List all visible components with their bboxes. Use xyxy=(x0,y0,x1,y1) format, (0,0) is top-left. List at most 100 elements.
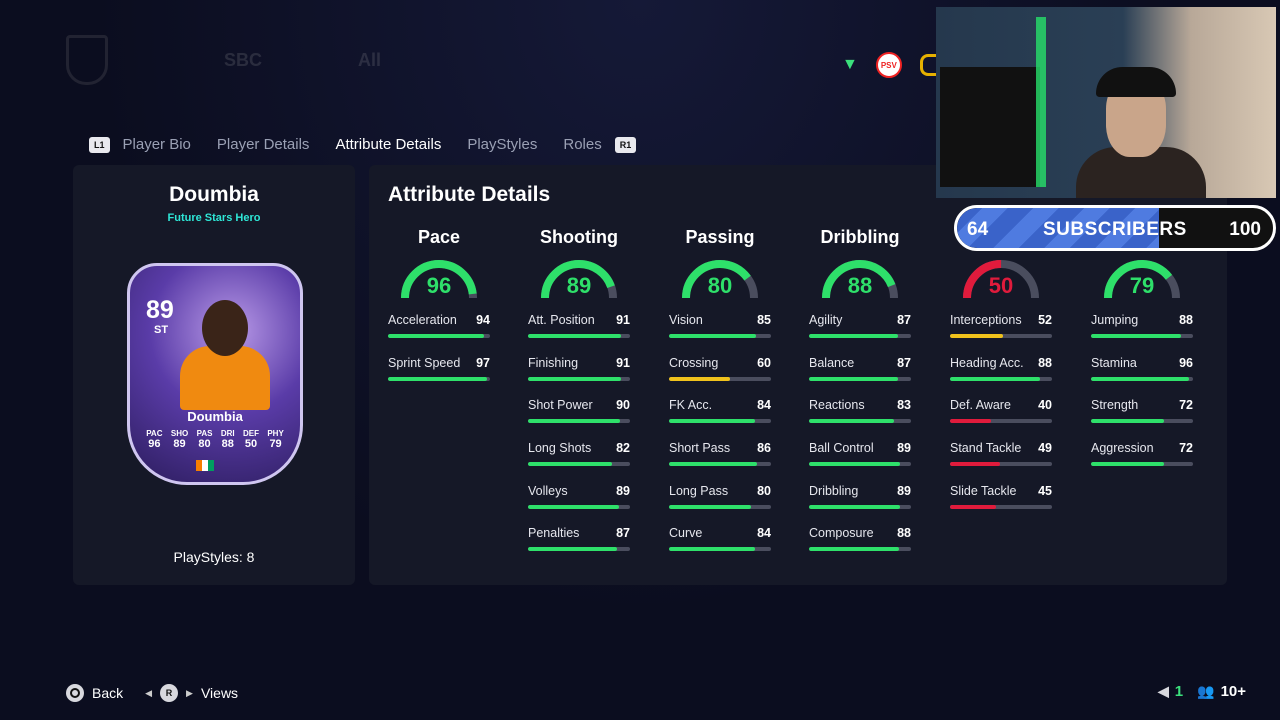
attribute-column: Pace 96 Acceleration 94 Sprint Speed 97 xyxy=(388,227,490,398)
player-card[interactable]: 89 ST Doumbia PAC 96 SHO 89 PAS 80 DRI 88 DE… xyxy=(127,263,303,485)
attribute-bar xyxy=(528,462,630,467)
card-position: ST xyxy=(154,324,169,336)
streamer-image xyxy=(1076,67,1206,198)
attribute-value: 72 xyxy=(1179,398,1193,413)
topnav-all[interactable]: All xyxy=(358,50,381,71)
attribute-value: 72 xyxy=(1179,441,1193,456)
attribute-value: 89 xyxy=(897,483,911,498)
tab-roles[interactable]: Roles xyxy=(563,136,601,153)
tab-playstyles[interactable]: PlayStyles xyxy=(467,136,537,153)
attribute-bar xyxy=(950,504,1052,509)
topnav-sbc[interactable]: SBC xyxy=(224,50,262,71)
attribute-value: 88 xyxy=(1038,355,1052,370)
attribute-name: Stand Tackle xyxy=(950,441,1022,456)
attribute-value: 88 xyxy=(1179,313,1193,327)
attribute-bar-fill xyxy=(809,547,899,552)
gauge-value: 80 xyxy=(707,273,733,298)
attribute-bar xyxy=(809,419,911,424)
attribute-bar-fill xyxy=(528,334,621,338)
attribute-row: Reactions 83 xyxy=(809,398,911,441)
attribute-row: Balance 87 xyxy=(809,356,911,399)
top-navigation: SBC All xyxy=(66,30,381,90)
column-title: Shooting xyxy=(540,227,618,247)
attribute-bar xyxy=(528,547,630,552)
attribute-bar-fill xyxy=(528,547,617,552)
attribute-bar-fill xyxy=(388,376,487,381)
attribute-bar-fill xyxy=(809,334,898,338)
coin-icon xyxy=(919,54,936,76)
attribute-bar-fill xyxy=(669,547,755,552)
tab-bar: L1 Player Bio Player Details Attribute D… xyxy=(89,136,637,153)
tab-attribute-details[interactable]: Attribute Details xyxy=(335,136,441,153)
attribute-bar-fill xyxy=(669,334,756,338)
attribute-name: Long Pass xyxy=(669,483,729,498)
attribute-row: Long Pass 80 xyxy=(669,484,771,527)
column-title: Passing xyxy=(685,227,755,247)
attribute-bar-fill xyxy=(950,334,1004,338)
attribute-name: Shot Power xyxy=(528,398,593,413)
attribute-column: Shooting 89 Att. Position 91 Finishing 91 Shot… xyxy=(528,227,630,569)
nation-flag-icon xyxy=(196,460,214,471)
attribute-name: Short Pass xyxy=(669,441,731,456)
attribute-bar-fill xyxy=(528,376,621,381)
attribute-value: 89 xyxy=(897,441,911,456)
gauge-value: 79 xyxy=(1129,273,1155,298)
shelf-image xyxy=(940,67,1040,187)
attribute-name: Vision xyxy=(669,313,703,327)
attribute-column: 79 Jumping 88 Stamina 96 Strength 72 Aggression… xyxy=(1091,227,1193,484)
attribute-bar xyxy=(950,376,1052,381)
l1-button-hint[interactable]: L1 xyxy=(89,136,110,153)
attribute-bar xyxy=(1091,334,1193,338)
attribute-name: Curve xyxy=(669,526,703,541)
r-stick-icon[interactable]: R xyxy=(160,684,179,702)
views-label[interactable]: Views xyxy=(201,685,238,701)
attribute-name: Strength xyxy=(1091,398,1139,413)
attribute-bar xyxy=(669,462,771,467)
tab-player-bio[interactable]: Player Bio xyxy=(123,136,191,153)
attribute-name: Penalties xyxy=(528,526,580,541)
card-rating: 89 xyxy=(146,296,174,324)
attribute-row: Jumping 88 xyxy=(1091,313,1193,356)
attribute-value: 90 xyxy=(616,398,630,413)
attribute-bar xyxy=(809,376,911,381)
attribute-row: Composure 88 xyxy=(809,526,911,569)
attribute-name: Jumping xyxy=(1091,313,1139,327)
club-badge-icon: PSV xyxy=(875,52,902,78)
attribute-bar xyxy=(669,547,771,552)
attribute-value: 60 xyxy=(757,355,771,370)
attribute-row: Crossing 60 xyxy=(669,356,771,399)
gauge-value: 89 xyxy=(566,273,592,298)
attribute-row: Vision 85 xyxy=(669,313,771,356)
attribute-name: Sprint Speed xyxy=(388,355,461,370)
column-title: Pace xyxy=(417,227,461,247)
attribute-row: Stand Tackle 49 xyxy=(950,441,1052,484)
attribute-bar xyxy=(950,334,1052,338)
attribute-bar-fill xyxy=(950,504,996,509)
circle-button-icon[interactable] xyxy=(66,684,84,702)
attribute-value: 88 xyxy=(897,526,911,541)
attribute-value: 40 xyxy=(1038,398,1052,413)
attribute-bar-fill xyxy=(669,462,757,467)
attribute-name: Aggression xyxy=(1091,441,1154,456)
r1-button-hint[interactable]: R1 xyxy=(614,136,637,153)
speaker-icon: ◀ xyxy=(1158,683,1169,699)
attribute-value: 84 xyxy=(757,398,771,413)
attribute-row: Att. Position 91 xyxy=(528,313,630,356)
attribute-column: 50 Interceptions 52 Heading Acc. 88 Def. Awar… xyxy=(950,227,1052,526)
attribute-row: Ball Control 89 xyxy=(809,441,911,484)
webcam-overlay xyxy=(936,7,1276,198)
attribute-bar-fill xyxy=(809,419,894,424)
attribute-row: FK Acc. 84 xyxy=(669,398,771,441)
tab-player-details[interactable]: Player Details xyxy=(217,136,310,153)
attribute-bar-fill xyxy=(669,419,755,424)
back-label[interactable]: Back xyxy=(92,685,123,701)
attribute-name: Slide Tackle xyxy=(950,483,1017,498)
attribute-name: Acceleration xyxy=(388,313,457,327)
attribute-bar-fill xyxy=(809,376,898,381)
attribute-name: Balance xyxy=(809,355,855,370)
attribute-row: Penalties 87 xyxy=(528,526,630,569)
card-stat: DEF 50 xyxy=(242,429,259,450)
attribute-row: Volleys 89 xyxy=(528,484,630,527)
attribute-bar-fill xyxy=(1091,419,1165,424)
attribute-bar xyxy=(388,376,490,381)
